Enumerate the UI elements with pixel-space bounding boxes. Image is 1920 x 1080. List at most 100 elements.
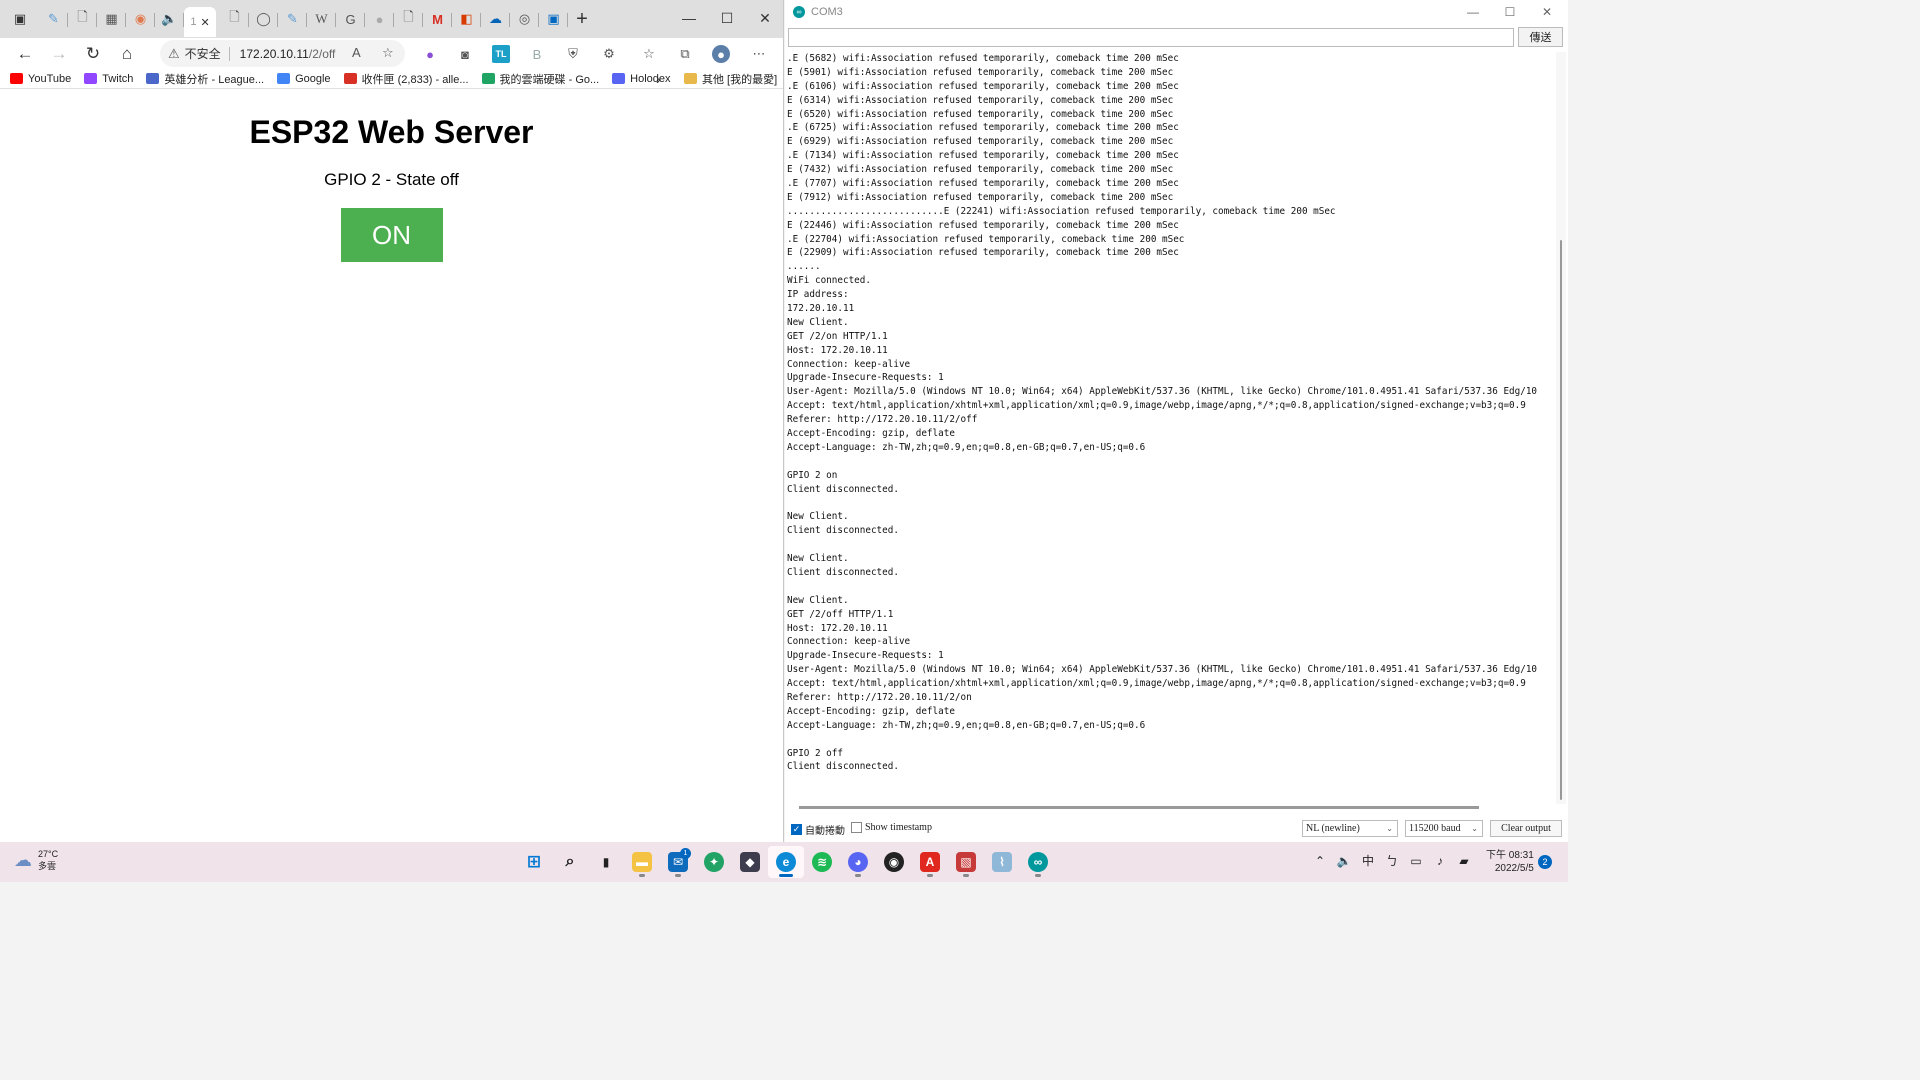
favorite-add-icon[interactable]: ☆ [382,45,394,61]
battery-icon[interactable]: ▰ [1456,854,1472,868]
search-button[interactable]: ⌕ [552,846,588,878]
bookmark-gmail[interactable]: 收件匣 (2,833) - alle... [343,71,469,87]
timestamp-toggle[interactable]: Show timestamp [851,822,932,833]
taskbar-app-green[interactable]: ✦ [696,846,732,878]
minimize-icon[interactable]: — [1455,0,1491,24]
taskbar-spotify[interactable]: ≋ [804,846,840,878]
horizontal-scrollbar[interactable] [799,806,1479,809]
collections-icon[interactable]: ⧉ [676,45,694,63]
tab-pinned-4[interactable]: ◉ [126,5,155,33]
back-icon[interactable]: ← [8,40,42,68]
taskbar-arduino[interactable]: ∞ [1020,846,1056,878]
taskbar-edge[interactable]: e [768,846,804,878]
chevron-right-icon[interactable]: › [656,71,661,87]
forward-icon[interactable]: → [42,40,76,68]
timestamp-checkbox[interactable] [851,822,862,833]
start-button[interactable]: ⊞ [516,846,552,878]
serial-line: 172.20.10.11 [787,303,855,315]
bookmark-other-folder[interactable]: 其他 [我的最愛] [684,71,777,87]
running-indicator [855,874,861,877]
refresh-icon[interactable]: ↻ [76,40,110,68]
read-aloud-icon[interactable]: A [352,45,361,60]
serial-line: Accept: text/html,application/xhtml+xml,… [787,400,1526,412]
bookmark-drive[interactable]: 我的雲端硬碟 - Go... [481,71,599,87]
tab-pinned-15[interactable]: ☁ [481,5,510,33]
task-view-button[interactable]: ▮ [588,846,624,878]
taskbar-app-cube[interactable]: ◆ [732,846,768,878]
taskbar-app-monitor[interactable]: ⌇ [984,846,1020,878]
tab-actions-icon[interactable]: ▣ [8,7,32,31]
tab-pinned-9[interactable]: W [307,5,336,33]
line-ending-select[interactable]: NL (newline) ⌄ [1302,820,1398,837]
tab-pinned-17[interactable]: ▣ [539,5,568,33]
bookmark-youtube[interactable]: YouTube [10,73,71,85]
network-icon[interactable]: ▭ [1408,854,1424,868]
tab-pinned-10[interactable]: G [336,5,365,33]
tab-active[interactable]: 1 ✕ [184,7,216,37]
close-window-icon[interactable]: ✕ [1529,0,1565,24]
ime-mode-icon[interactable]: ㄅ [1384,852,1400,869]
address-bar[interactable]: ⚠ 不安全 172.20.10.11/2/off A ☆ [160,40,405,67]
maximize-icon[interactable]: ☐ [1492,0,1528,24]
new-tab-button[interactable]: + [568,5,596,33]
page-icon: 🗋 [403,9,414,24]
bookmark-league[interactable]: 英雄分析 - League... [146,71,264,87]
taskbar-mail[interactable]: ✉ 1 [660,846,696,878]
tab-pinned-13[interactable]: M [423,5,452,33]
shield-icon[interactable]: ⛨ [564,45,582,63]
profile-avatar[interactable]: ● [712,45,730,63]
tab-pinned-7[interactable]: ◯ [249,5,278,33]
bookmark-twitch[interactable]: Twitch [84,73,133,85]
serial-line: Accept-Language: zh-TW,zh;q=0.9,en;q=0.8… [787,719,1146,731]
tl-extension-icon[interactable]: TL [492,45,510,63]
taskbar-app-paint[interactable]: ▧ [948,846,984,878]
speaker-tray-icon[interactable]: 🔈 [1336,854,1352,868]
extension-purple-icon[interactable]: ● [421,45,439,63]
scroll-thumb[interactable] [1560,240,1562,800]
bookmark-holodex[interactable]: Holodex [612,73,671,85]
tab-pinned-11[interactable]: ● [365,5,394,33]
chevron-up-icon[interactable]: ⌃ [1312,854,1328,868]
tab-pinned-16[interactable]: ◎ [510,5,539,33]
serial-line: E (5901) wifi:Association refused tempor… [787,66,1174,78]
system-clock[interactable]: 下午 08:31 2022/5/5 [1486,849,1534,875]
autoscroll-checkbox[interactable]: ✓ [791,824,802,835]
tab-pinned-14[interactable]: ◧ [452,5,481,33]
serial-output[interactable]: .E (5682) wifi:Association refused tempo… [785,52,1555,804]
close-window-icon[interactable]: ✕ [746,0,784,36]
home-icon[interactable]: ⌂ [110,40,144,68]
serial-send-input[interactable] [788,28,1514,47]
maximize-icon[interactable]: ☐ [708,0,746,36]
send-button[interactable]: 傳送 [1518,27,1563,47]
tab-pinned-5[interactable]: 🔈 [155,5,184,33]
camera-icon[interactable]: ◙ [456,45,474,63]
taskbar-explorer[interactable]: ▬ [624,846,660,878]
clear-output-button[interactable]: Clear output [1490,820,1562,837]
taskbar-app-lens[interactable]: ◉ [876,846,912,878]
on-button[interactable]: ON [340,208,443,262]
close-icon[interactable]: ✕ [200,16,209,29]
weather-widget[interactable]: ☁ 27°C 多雲 [14,848,58,872]
favorites-icon[interactable]: ☆ [640,45,658,63]
tab-pinned-3[interactable]: ▦ [97,5,126,33]
ime-indicator[interactable]: 中 [1360,852,1376,869]
tab-pinned-12[interactable]: 🗋 [394,5,423,33]
baud-select[interactable]: 115200 baud ⌄ [1405,820,1483,837]
serial-line: User-Agent: Mozilla/5.0 (Windows NT 10.0… [787,386,1538,398]
taskbar-acrobat[interactable]: A [912,846,948,878]
tab-pinned-1[interactable]: ✎ [39,5,68,33]
taskbar-discord[interactable]: ◕ [840,846,876,878]
volume-icon[interactable]: ♪ [1432,854,1448,868]
b-extension-icon[interactable]: B [528,45,546,63]
autoscroll-toggle[interactable]: ✓ 自動捲動 [791,822,845,837]
tab-pinned-6[interactable]: 🗋 [220,5,249,33]
bookmark-label: 收件匣 (2,833) - alle... [361,73,469,86]
tab-pinned-8[interactable]: ✎ [278,5,307,33]
tab-pinned-2[interactable]: 🗋 [68,5,97,33]
more-icon[interactable]: ⋯ [750,45,768,63]
extensions-icon[interactable]: ⚙ [600,45,618,63]
vertical-scrollbar[interactable] [1556,52,1566,804]
bookmark-google[interactable]: Google [277,73,331,85]
notification-badge[interactable]: 2 [1538,855,1552,869]
minimize-icon[interactable]: — [670,0,708,36]
